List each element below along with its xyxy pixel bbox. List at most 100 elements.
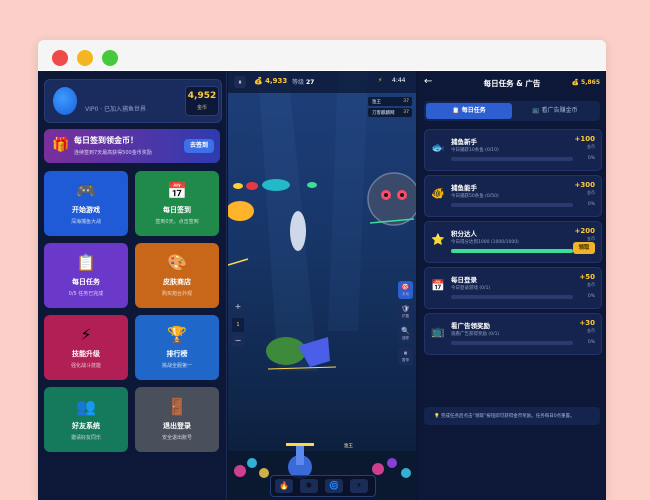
tool-pause-button[interactable]: ⏸ 暂停 <box>398 347 413 365</box>
tab-watch-ads[interactable]: 📺 看广告赚金币 <box>512 103 598 119</box>
tile-subtitle: 0/5 任务已完成 <box>68 291 104 297</box>
gift-icon: 🎁 <box>52 137 70 153</box>
game-timer: 4:44 <box>392 77 406 84</box>
tile-subtitle: 挑战全服第一 <box>161 363 192 369</box>
task-percent: 0% <box>587 156 595 161</box>
zoom-out-button[interactable]: − <box>232 335 244 347</box>
tile-label: 开始游戏 <box>72 206 100 214</box>
calendar-icon: 📅 <box>431 279 445 292</box>
fish-icon <box>233 183 243 189</box>
tile-daily-checkin[interactable]: 📅 每日签到 签到0天，点击签到 <box>135 171 219 236</box>
task-reward: +200 <box>574 227 595 235</box>
fire-icon[interactable]: 🔥 <box>275 479 293 493</box>
tasks-header: ← 每日任务 & 广告 💰 5,865 <box>418 71 606 95</box>
tile-label: 每日签到 <box>163 206 191 214</box>
lightning-icon: ⚡ <box>378 77 383 84</box>
task-item: ⭐ 积分达人 今日得分达到1000 (1000/1000) +200 金币 领取 <box>424 221 602 263</box>
tool-shield-button[interactable]: 🛡 护盾 <box>398 303 413 321</box>
close-dot-icon[interactable] <box>52 50 68 66</box>
task-reward: +30 <box>579 319 595 327</box>
tile-label: 皮肤商店 <box>163 278 191 286</box>
fish-icon <box>290 211 306 251</box>
friends-icon: 👥 <box>76 397 96 416</box>
task-reward-unit: 金币 <box>587 190 595 195</box>
gold-label: 金币 <box>196 105 207 111</box>
tile-skin-shop[interactable]: 🎨 皮肤商店 购买炮台外观 <box>135 243 219 308</box>
vip-status: VIP0 · 已加入捕鱼世界 <box>85 106 147 113</box>
tab-daily-tasks[interactable]: 📋 每日任务 <box>426 103 512 119</box>
task-reward: +50 <box>579 273 595 281</box>
fish-label: 渔王 <box>344 444 353 449</box>
tool-track-button[interactable]: 🔍 追踪 <box>398 325 413 343</box>
tile-label: 退出登录 <box>163 422 191 430</box>
window-titlebar <box>38 40 606 70</box>
avatar[interactable] <box>53 87 77 115</box>
tile-logout[interactable]: 🚪 退出登录 安全退出账号 <box>135 387 219 452</box>
tool-label: 暂停 <box>402 358 409 362</box>
pufferfish-icon <box>367 172 416 226</box>
palette-icon: 🎨 <box>167 253 187 272</box>
tile-subtitle: 深海捕鱼大战 <box>70 219 101 225</box>
task-reward: +100 <box>574 135 595 143</box>
task-reward-unit: 金币 <box>587 282 595 287</box>
claim-button[interactable]: 领取 <box>573 242 595 254</box>
tile-daily-tasks[interactable]: 📋 每日任务 0/5 任务已完成 <box>44 243 128 308</box>
coin-balance-value: 5,865 <box>581 79 600 86</box>
lightning-icon[interactable]: ⚡ <box>350 479 368 493</box>
game-panel[interactable]: ⏸ 💰 4,933 等级 27 ⚡ 4:44 渔王 37 刀客麒麟网 37 + … <box>228 71 416 500</box>
rank-entry: 渔王 37 <box>368 97 412 106</box>
level-label: 等级 <box>292 79 305 86</box>
task-progress-bar <box>451 341 573 345</box>
tool-manual-button[interactable]: 🎯 手动 <box>398 281 413 299</box>
tile-subtitle: 邀请好友同乐 <box>70 435 101 441</box>
task-percent: 0% <box>587 340 595 345</box>
browser-window: VIP0 · 已加入捕鱼世界 4,952 金币 🎁 每日签到领金币！ 连续签到7… <box>38 40 606 500</box>
tasks-panel: ← 每日任务 & 广告 💰 5,865 📋 每日任务 📺 看广告赚金币 🐟 捕鱼… <box>418 71 606 500</box>
task-description: 今日登录游戏 (0/1) <box>451 286 491 291</box>
tile-leaderboard[interactable]: 🏆 排行榜 挑战全服第一 <box>135 315 219 380</box>
fish-icon <box>246 182 258 190</box>
rank-name: 渔王 <box>372 100 381 105</box>
fish-icon <box>262 179 290 191</box>
fish-icon <box>307 182 317 188</box>
game-coins-value: 4,933 <box>265 77 288 85</box>
task-description: 观看广告获得奖励 (0/1) <box>451 332 500 337</box>
task-reward: +300 <box>574 181 595 189</box>
rank-name: 刀客麒麟网 <box>372 111 395 116</box>
tasks-note: 💡 完成任务后点击“领取”按钮即可获得金币奖励。任务每日0点重置。 <box>424 407 600 425</box>
tropical-fish-icon: 🐠 <box>431 187 445 200</box>
pause-button[interactable]: ⏸ <box>234 76 246 88</box>
tile-subtitle: 安全退出账号 <box>161 435 192 441</box>
main-menu-panel: VIP0 · 已加入捕鱼世界 4,952 金币 🎁 每日签到领金币！ 连续签到7… <box>38 71 227 500</box>
task-name: 捕鱼新手 <box>451 138 477 146</box>
zoom-level: 1 <box>232 318 244 332</box>
task-reward-unit: 金币 <box>587 328 595 333</box>
tool-label: 追踪 <box>402 336 409 340</box>
checkin-subtitle: 连续签到7天最高获得500金币奖励 <box>74 150 152 156</box>
snowflake-icon[interactable]: ❄ <box>300 479 318 493</box>
cannon-skill-bar: 🔥 ❄ 🌀 ⚡ <box>270 475 376 497</box>
checkin-button[interactable]: 去签到 <box>184 139 214 153</box>
vortex-icon[interactable]: 🌀 <box>325 479 343 493</box>
task-percent: 0% <box>587 294 595 299</box>
zoom-in-button[interactable]: + <box>232 301 244 313</box>
task-description: 今日捕获50条鱼 (0/50) <box>451 194 499 199</box>
tile-friends[interactable]: 👥 好友系统 邀请好友同乐 <box>44 387 128 452</box>
user-card[interactable]: VIP0 · 已加入捕鱼世界 4,952 金币 <box>44 79 222 123</box>
maximize-dot-icon[interactable] <box>102 50 118 66</box>
search-icon: 🔍 <box>401 327 410 335</box>
tile-subtitle: 签到0天，点击签到 <box>155 219 199 225</box>
task-item: 🐠 捕鱼能手 今日捕获50条鱼 (0/50) +300 金币 0% <box>424 175 602 217</box>
coin-balance: 💰 5,865 <box>571 79 600 86</box>
minimize-dot-icon[interactable] <box>77 50 93 66</box>
checkin-title: 每日签到领金币！ <box>74 136 138 145</box>
task-item: 📅 每日登录 今日登录游戏 (0/1) +50 金币 0% <box>424 267 602 309</box>
rank-value: 37 <box>403 99 409 104</box>
task-progress-bar <box>451 157 573 161</box>
tile-label: 技能升级 <box>72 350 100 358</box>
fish-icon: 🐟 <box>431 141 445 154</box>
tile-skill-upgrade[interactable]: ⚡ 技能升级 强化战斗技能 <box>44 315 128 380</box>
task-progress-bar <box>451 295 573 299</box>
tile-start-game[interactable]: 🎮 开始游戏 深海捕鱼大战 <box>44 171 128 236</box>
checkin-banner[interactable]: 🎁 每日签到领金币！ 连续签到7天最高获得500金币奖励 去签到 <box>44 129 220 163</box>
